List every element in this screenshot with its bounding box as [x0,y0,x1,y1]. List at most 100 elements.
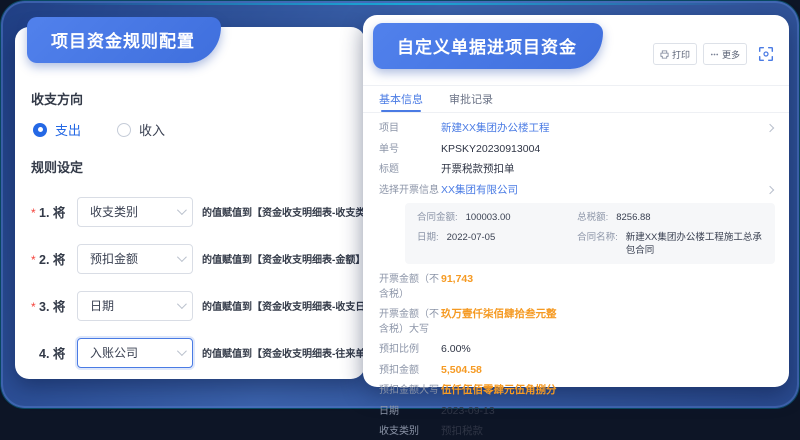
field-value: 开票税款预扣单 [441,162,775,177]
radio-dot-icon [33,123,47,137]
rule-field-select[interactable]: 日期 [77,291,193,321]
radio-label: 收入 [139,120,165,139]
radio-income[interactable]: 收入 [117,120,165,139]
field-row: 预扣金额5,504.58 [379,363,775,379]
field-row: 日期2023-09-13 [379,404,775,420]
direction-section-label: 收支方向 [31,89,351,108]
contract-info-column: 总税额: 8256.88 合同名称: 新建XX集团办公楼工程施工总承包合同 [577,212,765,257]
chevron-down-icon [177,346,187,356]
field-value: 91,743 [441,272,775,287]
more-icon [710,50,719,59]
rule-row: *4. 将入账公司的值赋值到【资金收支明细表-往来单位】中 [31,329,351,376]
chevron-down-icon [177,299,187,309]
field-value: 玖万壹仟柒佰肆拾叁元整 [441,307,775,322]
rule-field-select-value: 入账公司 [90,344,138,361]
field-value: 2023-09-13 [441,404,775,419]
radio-expenditure[interactable]: 支出 [33,120,81,139]
field-row: 项目新建XX集团办公楼工程 [379,121,775,137]
field-value: 6.00% [441,342,775,357]
rules-list: *1. 将收支类别的值赋值到【资金收支明细表-收支类别】中*2. 将预扣金额的值… [31,188,351,376]
document-detail-panel: 打印 更多 基本信息审批记录 项目新建XX集团办公楼工程单号KPSKY20230… [363,15,789,387]
left-panel-title: 项目资金规则配置 [51,27,195,52]
print-button-label: 打印 [672,48,690,61]
field-label: 单号 [379,142,441,158]
field-value: 预扣税款 [441,424,775,439]
field-label: 预扣金额 [379,363,441,379]
field-row: 预扣比例6.00% [379,342,775,358]
field-value: 5,504.58 [441,363,775,378]
rule-field-select-value: 预扣金额 [90,250,138,267]
contract-info-value: 100003.00 [466,212,511,224]
chevron-down-icon [177,252,187,262]
rule-required-asterisk: * [31,253,39,267]
contract-info-item: 合同名称: 新建XX集团办公楼工程施工总承包合同 [577,232,765,257]
rule-field-select-value: 收支类别 [90,203,138,220]
field-row: 收支类别预扣税款 [379,424,775,440]
chevron-down-icon [177,205,187,215]
field-row: 预扣金额大写伍仟伍佰零肆元伍角捌分 [379,383,775,399]
rule-required-asterisk: * [31,300,39,314]
rule-row: *1. 将收支类别的值赋值到【资金收支明细表-收支类别】中 [31,188,351,235]
rule-suffix-text: 的值赋值到【资金收支明细表-金额】中 [202,251,375,266]
right-panel-title: 自定义单据进项目资金 [397,33,577,58]
direction-radio-group: 支出 收入 [33,120,351,139]
contract-info-item: 日期: 2022-07-05 [417,232,577,244]
tab-basic-info[interactable]: 基本信息 [379,86,423,112]
field-row: 开票金额（不含税）91,743 [379,272,775,302]
rule-field-select[interactable]: 预扣金额 [77,244,193,274]
field-row: 开票金额（不含税）大写玖万壹仟柒佰肆拾叁元整 [379,307,775,337]
contract-info-label: 合同金额: [417,212,458,224]
field-value: 伍仟伍佰零肆元伍角捌分 [441,383,775,398]
field-label: 预扣比例 [379,342,441,358]
contract-info-column: 合同金额: 100003.00 日期: 2022-07-05 [417,212,577,257]
field-row: 单号KPSKY20230913004 [379,142,775,158]
left-panel-title-banner: 项目资金规则配置 [27,17,221,63]
contract-info-box: 合同金额: 100003.00 日期: 2022-07-05 总税额: 8256.88 合同… [405,203,775,264]
field-label: 开票金额（不含税） [379,272,441,302]
right-panel-title-banner: 自定义单据进项目资金 [373,23,603,69]
field-label: 项目 [379,121,441,137]
detail-tabs: 基本信息审批记录 [363,86,789,113]
field-label: 日期 [379,404,441,420]
rule-number: 4. 将 [39,343,77,362]
rule-field-select[interactable]: 入账公司 [77,338,193,368]
rule-row: *2. 将预扣金额的值赋值到【资金收支明细表-金额】中 [31,235,351,282]
field-value: KPSKY20230913004 [441,142,775,157]
radio-dot-icon [117,123,131,137]
rule-config-panel: 收支方向 支出 收入 规则设定 *1. 将收支类别的值赋值到【资金收支明细表-收支… [15,27,365,379]
field-value[interactable]: XX集团有限公司 [441,183,775,198]
rule-field-select-value: 日期 [90,297,114,314]
more-button[interactable]: 更多 [703,43,747,65]
more-button-label: 更多 [722,48,740,61]
radio-label: 支出 [55,120,81,139]
tab-approval-record[interactable]: 审批记录 [449,86,493,112]
contract-info-value: 8256.88 [616,212,650,224]
print-icon [660,50,669,59]
field-label: 收支类别 [379,424,441,440]
field-label: 标题 [379,162,441,178]
rule-number: 1. 将 [39,202,77,221]
field-label: 选择开票信息 [379,183,441,199]
rule-field-select[interactable]: 收支类别 [77,197,193,227]
field-rows: 项目新建XX集团办公楼工程单号KPSKY20230913004标题开票税款预扣单… [363,113,789,440]
field-row: 选择开票信息XX集团有限公司 [379,183,775,199]
contract-info-item: 总税额: 8256.88 [577,212,765,224]
decorative-frame: 项目资金规则配置 自定义单据进项目资金 收支方向 支出收入 规则设定 *1. 将… [1,1,799,408]
rule-required-asterisk: * [31,206,39,220]
field-row: 标题开票税款预扣单 [379,162,775,178]
fullscreen-icon[interactable] [757,45,775,63]
contract-info-label: 总税额: [577,212,608,224]
print-button[interactable]: 打印 [653,43,697,65]
field-label: 开票金额（不含税）大写 [379,307,441,337]
field-label: 预扣金额大写 [379,383,441,399]
field-value[interactable]: 新建XX集团办公楼工程 [441,121,775,136]
contract-info-label: 日期: [417,232,439,244]
rule-row: *3. 将日期的值赋值到【资金收支明细表-收支日期】中 [31,282,351,329]
contract-info-item: 合同金额: 100003.00 [417,212,577,224]
contract-info-value: 2022-07-05 [447,232,496,244]
rules-section-label: 规则设定 [31,157,351,176]
rule-number: 2. 将 [39,249,77,268]
rule-number: 3. 将 [39,296,77,315]
contract-info-value: 新建XX集团办公楼工程施工总承包合同 [626,232,765,257]
contract-info-label: 合同名称: [577,232,618,257]
